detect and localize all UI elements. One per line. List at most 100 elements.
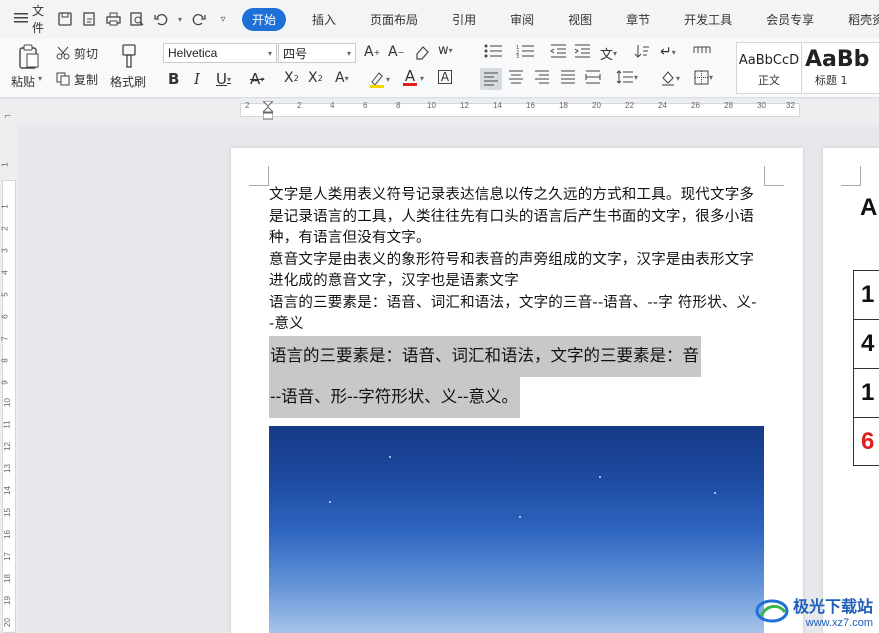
paragraph-marks-icon[interactable]: ↵ ▾: [660, 44, 676, 60]
table-cell[interactable]: 1: [854, 270, 879, 319]
ruler-tick: 18: [2, 574, 12, 583]
underline-icon[interactable]: U ▾: [216, 70, 231, 88]
align-right-icon[interactable]: [534, 70, 550, 84]
format-painter-button[interactable]: [116, 42, 142, 70]
redo-icon[interactable]: [190, 10, 208, 28]
selected-text-block[interactable]: 语言的三要素是：语音、词汇和语法，文字的三要素是：音 --语音、形--字符形状、…: [269, 336, 761, 418]
shrink-font-icon[interactable]: A −: [388, 44, 404, 60]
italic-icon[interactable]: I: [194, 70, 200, 88]
tab-section[interactable]: 章节: [616, 8, 660, 31]
tab-page-layout[interactable]: 页面布局: [360, 8, 428, 31]
paragraph[interactable]: 文字是人类用表义符号记录表达信息以传之久远的方式和工具。现代文字多是记录语言的工…: [269, 185, 761, 250]
tab-insert[interactable]: 插入: [302, 8, 346, 31]
file-menu[interactable]: 文件: [0, 0, 52, 38]
align-left-icon[interactable]: [480, 68, 502, 90]
align-center-icon[interactable]: [508, 70, 524, 84]
tab-home[interactable]: 开始: [242, 7, 287, 31]
paste-dropdown-icon[interactable]: ▾: [38, 74, 42, 83]
bold-icon[interactable]: B: [168, 70, 179, 88]
tab-view[interactable]: 视图: [558, 8, 602, 31]
hamburger-icon: [14, 12, 28, 27]
font-size-select[interactable]: 四号 ▾: [278, 43, 356, 63]
tab-review[interactable]: 审阅: [500, 8, 544, 31]
grow-font-icon[interactable]: A +: [364, 44, 380, 60]
subscript-icon[interactable]: X2: [308, 70, 323, 86]
sort-icon[interactable]: [634, 44, 650, 58]
table-cell[interactable]: 1: [854, 368, 879, 417]
clear-format-icon[interactable]: [414, 44, 430, 60]
bullet-list-icon[interactable]: [484, 44, 502, 58]
page2-table[interactable]: 1 4 1 6: [853, 270, 879, 466]
justify-icon[interactable]: [560, 70, 576, 84]
tab-member[interactable]: 会员专享: [756, 8, 824, 31]
distributed-align-icon[interactable]: [585, 70, 601, 84]
format-painter-label[interactable]: 格式刷: [110, 73, 146, 90]
increase-indent-icon[interactable]: [574, 44, 590, 58]
shading-icon[interactable]: ▾: [660, 70, 680, 86]
print-preview-icon[interactable]: [128, 10, 146, 28]
ruler-tick: 20: [592, 101, 601, 110]
ruler-tick: 16: [2, 530, 12, 539]
night-sky-image[interactable]: [269, 426, 764, 633]
print-icon[interactable]: [104, 10, 122, 28]
line-spacing-icon[interactable]: ▾: [616, 70, 638, 84]
selected-line[interactable]: --语音、形--字符形状、义--意义。: [269, 377, 520, 418]
cut-button[interactable]: 剪切: [56, 44, 98, 62]
highlight-color-icon[interactable]: ▾: [368, 70, 390, 88]
font-name-select[interactable]: Helvetica ▾: [163, 43, 277, 63]
table-cell[interactable]: 4: [854, 319, 879, 368]
table-cell[interactable]: 6: [854, 417, 879, 466]
undo-icon[interactable]: [152, 10, 170, 28]
paragraph[interactable]: 语言的三要素是：语音、词汇和语法，文字的三音--语音、--字 符形状、义--意义: [269, 293, 761, 336]
tab-stops-icon[interactable]: [693, 44, 711, 56]
page2-heading[interactable]: A: [860, 194, 877, 222]
tab-developer[interactable]: 开发工具: [674, 8, 742, 31]
watermark-brand: 极光下载站: [792, 597, 873, 616]
ruler-tick: 4: [0, 270, 10, 275]
character-border-icon[interactable]: A: [438, 70, 452, 84]
ruler-tick: 32: [786, 101, 795, 110]
horizontal-ruler[interactable]: 2 2 4 6 8 10 12 14 16 18 20 22 24 26 28 …: [0, 99, 879, 125]
vertical-ruler[interactable]: 1 1 2 3 4 5 6 7 8 9 10 11 12 13 14 15 16…: [0, 125, 18, 633]
text-effect-icon[interactable]: A ▾: [335, 70, 349, 86]
indent-marker-icon[interactable]: [261, 100, 275, 127]
ruler-tick: 8: [0, 358, 10, 363]
font-size-dropdown-icon: ▾: [346, 48, 351, 58]
document-page[interactable]: 文字是人类用表义符号记录表达信息以传之久远的方式和工具。现代文字多是记录语言的工…: [231, 148, 803, 633]
watermark-logo-icon: [755, 599, 789, 623]
borders-icon[interactable]: ▾: [694, 70, 713, 85]
ruler-tick: 3: [0, 248, 10, 253]
font-size-value: 四号: [283, 46, 308, 61]
chinese-layout-icon[interactable]: 文 ▾: [600, 44, 617, 63]
export-pdf-icon[interactable]: [80, 10, 98, 28]
ruler-tick: 26: [691, 101, 700, 110]
style-heading-1[interactable]: AaBb 标题 1: [803, 42, 879, 94]
save-icon[interactable]: [56, 10, 74, 28]
style-heading-1-preview: AaBb: [805, 47, 870, 72]
ruler-tick: 6: [0, 314, 10, 319]
font-color-icon[interactable]: A: [403, 69, 417, 86]
ruler-tick: 22: [625, 101, 634, 110]
document-page-2[interactable]: A 1 4 1 6: [823, 148, 879, 633]
ruler-tick: 18: [559, 101, 568, 110]
selected-line[interactable]: 语言的三要素是：语音、词汇和语法，文字的三要素是：音: [269, 336, 701, 377]
superscript-icon[interactable]: X2: [284, 70, 299, 86]
tab-references[interactable]: 引用: [442, 8, 486, 31]
style-normal[interactable]: AaBbCcD 正文: [736, 42, 802, 94]
ruler-tick: 19: [2, 596, 12, 605]
paragraph[interactable]: 意音文字是由表义的象形符号和表音的声旁组成的文字，汉字是由表形文字进化成的意音文…: [269, 250, 761, 293]
undo-dropdown-icon[interactable]: ▾: [176, 10, 184, 28]
paste-button[interactable]: [12, 42, 46, 72]
decrease-indent-icon[interactable]: [550, 44, 566, 58]
font-color-dropdown-icon[interactable]: ▾: [420, 74, 424, 83]
paste-label[interactable]: 粘贴: [11, 73, 35, 90]
document-body[interactable]: 文字是人类用表义符号记录表达信息以传之久远的方式和工具。现代文字多是记录语言的工…: [269, 185, 761, 336]
strikethrough-icon[interactable]: A ▾: [250, 70, 264, 88]
customize-toolbar-icon[interactable]: ▿: [214, 10, 232, 28]
numbered-list-icon[interactable]: 123: [516, 44, 534, 58]
copy-button[interactable]: 复制: [56, 70, 98, 88]
tab-docer-resources[interactable]: 稻壳资源: [838, 8, 879, 31]
ruler-corner-icon[interactable]: ⌐: [4, 112, 12, 122]
ruler-tick: 2: [245, 101, 250, 110]
phonetic-guide-icon[interactable]: w ▾: [438, 43, 453, 58]
